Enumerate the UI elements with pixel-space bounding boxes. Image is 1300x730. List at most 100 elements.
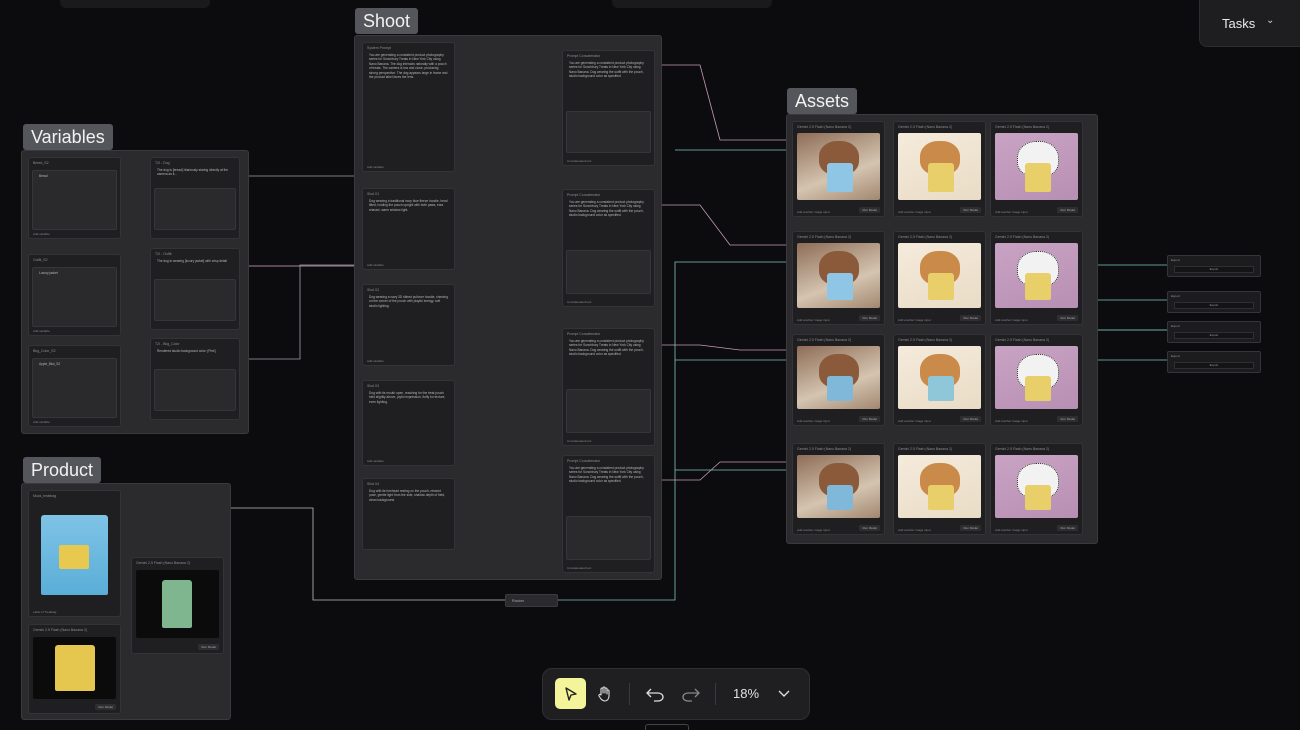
add-variable-label[interactable]: Add variable <box>367 165 384 169</box>
asset-node[interactable]: Gemini 2.5 Flash (Nano Banana 2) Add anot… <box>893 231 986 325</box>
add-image-input-link[interactable]: Add another image input <box>898 210 931 214</box>
generated-dog-image[interactable] <box>898 346 981 409</box>
add-image-input-link[interactable]: Add another image input <box>898 419 931 423</box>
add-image-input-link[interactable]: Add another image input <box>797 528 830 532</box>
run-model-button[interactable]: Run Model <box>1057 416 1078 422</box>
asset-node[interactable]: Gemini 2.5 Flash (Nano Banana 2) Add anot… <box>893 121 986 217</box>
variable-node-outfit[interactable]: Outfit_S2 Luxury jacket Add variable <box>28 254 121 336</box>
add-image-input-link[interactable]: Add another image input <box>898 528 931 532</box>
add-variable-label[interactable]: Add variable <box>33 420 50 424</box>
shot-node-02[interactable]: Shot 02 Dog wearing a navy 3D ribbed pul… <box>362 284 455 366</box>
generated-dog-image[interactable] <box>797 455 880 518</box>
variable-node-bkg-color[interactable]: Bkg_Color_S2 Apple_Bkd_S2 Add variable <box>28 345 121 427</box>
run-model-button[interactable]: Run Model <box>960 315 981 321</box>
run-model-button[interactable]: Run Model <box>859 207 880 213</box>
generated-dog-image[interactable] <box>995 133 1078 200</box>
asset-node[interactable]: Gemini 2.5 Flash (Nano Banana 2) Add anot… <box>792 334 885 426</box>
generated-dog-image[interactable] <box>797 133 880 200</box>
add-image-input-link[interactable]: Add another image input <box>995 528 1028 532</box>
run-model-button[interactable]: Run Model <box>960 525 981 531</box>
t2i-node-outfit[interactable]: T2I - Outfit The dog is wearing [luxury … <box>150 248 240 330</box>
run-model-button[interactable]: Run Model <box>960 416 981 422</box>
variable-value-field[interactable]: Luxury jacket <box>32 267 117 327</box>
generated-dog-image[interactable] <box>898 243 981 308</box>
asset-node[interactable]: Gemini 2.5 Flash (Nano Banana 2) Add anot… <box>893 443 986 535</box>
run-model-button[interactable]: Run Model <box>1057 525 1078 531</box>
system-prompt-text[interactable]: You are generating a consistent product … <box>363 53 454 79</box>
generated-dog-image[interactable] <box>797 243 880 308</box>
run-model-button[interactable]: Run Model <box>859 416 880 422</box>
add-variable-label[interactable]: Add variable <box>367 459 384 463</box>
add-image-input-link[interactable]: Add another image input <box>995 318 1028 322</box>
generated-dog-image[interactable] <box>898 455 981 518</box>
shot-node-03[interactable]: Shot 03 Dog with its mouth open, reachin… <box>362 380 455 466</box>
shot-text[interactable]: Dog with its forehead resting on the pou… <box>363 489 454 502</box>
prompt-concatenator-2[interactable]: Prompt Concatenator You are generating a… <box>562 189 655 307</box>
prompt-concatenator-3[interactable]: Prompt Concatenator You are generating a… <box>562 328 655 446</box>
zoom-level[interactable]: 18% <box>733 686 759 701</box>
generated-dog-image[interactable] <box>995 243 1078 308</box>
export-node-2[interactable]: Export Export <box>1167 291 1261 313</box>
generated-dog-image[interactable] <box>797 346 880 409</box>
variable-node-breed[interactable]: Breed_S2 Bread Add variable <box>28 157 121 239</box>
add-image-input-link[interactable]: Add another image input <box>797 318 830 322</box>
shot-text[interactable]: Dog wearing a traditional navy blue flee… <box>363 199 454 212</box>
prompt-concatenator-1[interactable]: Prompt Concatenator You are generating a… <box>562 50 655 166</box>
generated-dog-image[interactable] <box>995 346 1078 409</box>
run-model-button[interactable]: Run Model <box>95 704 116 710</box>
generated-image[interactable] <box>136 570 219 638</box>
zoom-menu-button[interactable] <box>773 683 795 705</box>
shot-text[interactable]: Dog wearing a navy 3D ribbed pullover ho… <box>363 295 454 308</box>
run-model-button[interactable]: Run Model <box>198 644 219 650</box>
export-button[interactable]: Export <box>1174 332 1254 339</box>
generated-image[interactable] <box>33 637 116 699</box>
add-variable-label[interactable]: Add variable <box>367 263 384 267</box>
add-image-input-link[interactable]: Add another image input <box>995 210 1028 214</box>
tasks-menu[interactable]: Tasks ⌄ <box>1199 0 1300 47</box>
prompt-concatenator-4[interactable]: Prompt Concatenator You are generating a… <box>562 455 655 573</box>
assets-group-title[interactable]: Assets <box>787 88 858 114</box>
generated-dog-image[interactable] <box>898 133 981 200</box>
export-node-4[interactable]: Export Export <box>1167 351 1261 373</box>
t2i-node-bkg-color[interactable]: T2I - Bkg_Color Rendered studio backgrou… <box>150 338 240 420</box>
shot-node-04[interactable]: Shot 04 Dog with its forehead resting on… <box>362 478 455 550</box>
export-node-3[interactable]: Export Export <box>1167 321 1261 343</box>
shoot-group-title[interactable]: Shoot <box>355 8 419 34</box>
asset-node[interactable]: Gemini 2.5 Flash (Nano Banana 2) Add anot… <box>792 231 885 325</box>
product-gen-node-yellow[interactable]: Gemini 2.5 Flash (Nano Banana 2) Run Mod… <box>28 624 121 714</box>
asset-node[interactable]: Gemini 2.5 Flash (Nano Banana 2) Add anot… <box>990 334 1083 426</box>
variables-group-title[interactable]: Variables <box>23 124 113 150</box>
asset-node[interactable]: Gemini 2.5 Flash (Nano Banana 2) Add anot… <box>792 443 885 535</box>
product-image-input-node[interactable]: Mock_treatbag Label of Treatbag <box>28 490 121 617</box>
asset-node[interactable]: Gemini 2.5 Flash (Nano Banana 2) Add anot… <box>792 121 885 217</box>
run-model-button[interactable]: Run Model <box>1057 207 1078 213</box>
add-image-input-link[interactable]: Add another image input <box>898 318 931 322</box>
redo-button[interactable] <box>675 678 706 709</box>
shot-node-01[interactable]: Shot 01 Dog wearing a traditional navy b… <box>362 188 455 270</box>
router-node[interactable]: Router <box>505 594 558 607</box>
add-image-input-link[interactable]: Add another image input <box>797 210 830 214</box>
add-image-input-link[interactable]: Add another image input <box>797 419 830 423</box>
add-variable-label[interactable]: Add variable <box>33 329 50 333</box>
hand-tool-button[interactable] <box>589 678 620 709</box>
export-button[interactable]: Export <box>1174 362 1254 369</box>
shot-text[interactable]: Dog with its mouth open, reaching for th… <box>363 391 454 404</box>
run-model-button[interactable]: Run Model <box>859 525 880 531</box>
undo-button[interactable] <box>639 678 670 709</box>
asset-node[interactable]: Gemini 2.5 Flash (Nano Banana 2) Add anot… <box>990 443 1083 535</box>
export-node-1[interactable]: Export Export <box>1167 255 1261 277</box>
t2i-node-dog[interactable]: T2I - Dog The dog is [bread] hilariously… <box>150 157 240 239</box>
run-model-button[interactable]: Run Model <box>859 315 880 321</box>
add-variable-label[interactable]: Add variable <box>33 232 50 236</box>
export-button[interactable]: Export <box>1174 302 1254 309</box>
product-group-title[interactable]: Product <box>23 457 102 483</box>
add-variable-label[interactable]: Add variable <box>367 359 384 363</box>
system-prompt-node[interactable]: System Prompt You are generating a consi… <box>362 42 455 172</box>
generated-dog-image[interactable] <box>995 455 1078 518</box>
select-tool-button[interactable] <box>555 678 586 709</box>
asset-node[interactable]: Gemini 2.5 Flash (Nano Banana 2) Add anot… <box>990 121 1083 217</box>
export-button[interactable]: Export <box>1174 266 1254 273</box>
run-model-button[interactable]: Run Model <box>1057 315 1078 321</box>
variable-value-field[interactable]: Bread <box>32 170 117 230</box>
add-image-input-link[interactable]: Add another image input <box>995 419 1028 423</box>
